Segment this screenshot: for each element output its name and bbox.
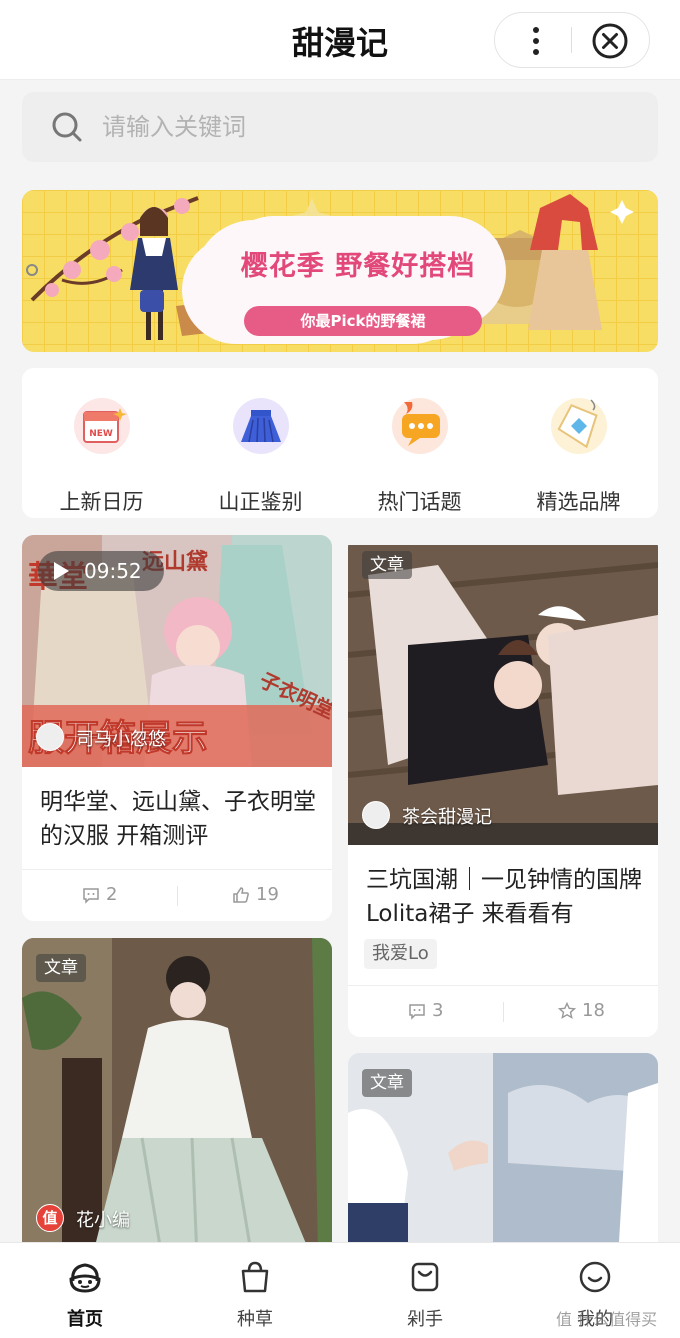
home-face-icon [69,1263,101,1293]
topic-tag[interactable]: 我爱Lo [364,939,437,969]
top-bar: 甜漫记 [0,0,680,80]
smiley-icon [579,1261,611,1293]
category-label: 上新日历 [59,490,144,514]
tab-recommend[interactable]: 种草 [170,1243,340,1338]
feed-card-video[interactable]: 華堂 远山黛 子衣明堂 服开箱展示 09:52 司马小忽悠 明华堂、远山黛、子衣… [22,535,332,921]
capsule-divider [571,27,572,53]
author-name: 司马小忽悠 [76,729,166,750]
like-count-text: 19 [256,884,279,905]
article-badge: 文章 [362,1069,412,1097]
comment-icon [83,888,99,904]
article-badge: 文章 [36,954,86,982]
banner-title: 樱花季 野餐好搭档 [240,251,476,282]
new-calendar-icon: NEW [74,398,130,454]
skirt-icon [233,398,289,454]
search-input[interactable] [102,106,622,148]
tab-label: 剁手 [407,1309,443,1330]
category-label: 精选品牌 [536,490,621,514]
more-vertical-icon[interactable] [513,17,559,63]
svg-text:NEW: NEW [89,429,113,439]
mini-program-capsule [494,12,650,68]
banner-subtitle: 你最Pick的野餐裙 [244,306,482,336]
footer-divider [177,886,178,906]
comment-count-text: 2 [106,884,118,905]
category-label: 热门话题 [377,490,462,514]
feed-card-article[interactable]: 文章 茶会甜漫记 三坑国潮｜一见钟情的国牌Lolita裙子 来看看有 我爱Lo … [348,535,658,1037]
category-label: 山正鉴别 [218,490,303,514]
tab-home[interactable]: 首页 [0,1243,170,1338]
footer-divider [503,1002,504,1022]
card-footer: 2 19 [22,869,332,921]
tab-label: 首页 [67,1309,103,1330]
comment-icon [409,1004,425,1020]
card-title: 三坑国潮｜一见钟情的国牌Lolita裙子 来看看有 [366,867,642,927]
shopping-bag-icon [241,1261,269,1293]
chat-bubble-icon [392,398,448,454]
category-brands[interactable]: 精选品牌 [499,388,658,514]
search-bar[interactable] [22,92,658,162]
author-name: 花小编 [76,1210,130,1231]
article-badge: 文章 [362,551,412,579]
video-duration: 09:52 [38,551,164,591]
avatar [36,723,64,751]
category-new-calendar[interactable]: NEW 上新日历 [22,388,181,514]
star-icon [558,1002,576,1019]
card-cover-image [348,535,658,845]
feed-card-article[interactable]: 文章 值 花小编 [22,938,332,1258]
favorite-count-text: 18 [582,1000,605,1021]
cart-bag-icon [411,1262,439,1292]
card-title: 明华堂、远山黛、子衣明堂的汉服 开箱测评 [40,789,316,849]
watermark: 值 什么值得买 [556,1310,658,1329]
search-icon [52,112,82,142]
brand-tag-icon [551,398,607,454]
tab-shop[interactable]: 剁手 [340,1243,510,1338]
card-footer: 3 18 [348,985,658,1037]
avatar: 值 [36,1204,64,1232]
play-icon [54,562,69,580]
category-grid: NEW 上新日历 山正鉴别 热门话题 精选品牌 [22,368,658,518]
comment-count-text: 3 [432,1000,444,1021]
close-circle-icon[interactable] [591,22,629,60]
category-hot-topics[interactable]: 热门话题 [340,388,499,514]
card-cover-image [22,938,332,1258]
promo-banner[interactable]: 樱花季 野餐好搭档 你最Pick的野餐裙 [22,190,658,352]
category-authentication[interactable]: 山正鉴别 [181,388,340,514]
feed-card-article[interactable]: 文章 [348,1053,658,1258]
author-name: 茶会甜漫记 [402,807,492,828]
thumbs-up-icon [233,887,249,903]
tab-label: 种草 [237,1309,273,1330]
duration-text: 09:52 [84,559,142,583]
avatar [362,801,390,829]
